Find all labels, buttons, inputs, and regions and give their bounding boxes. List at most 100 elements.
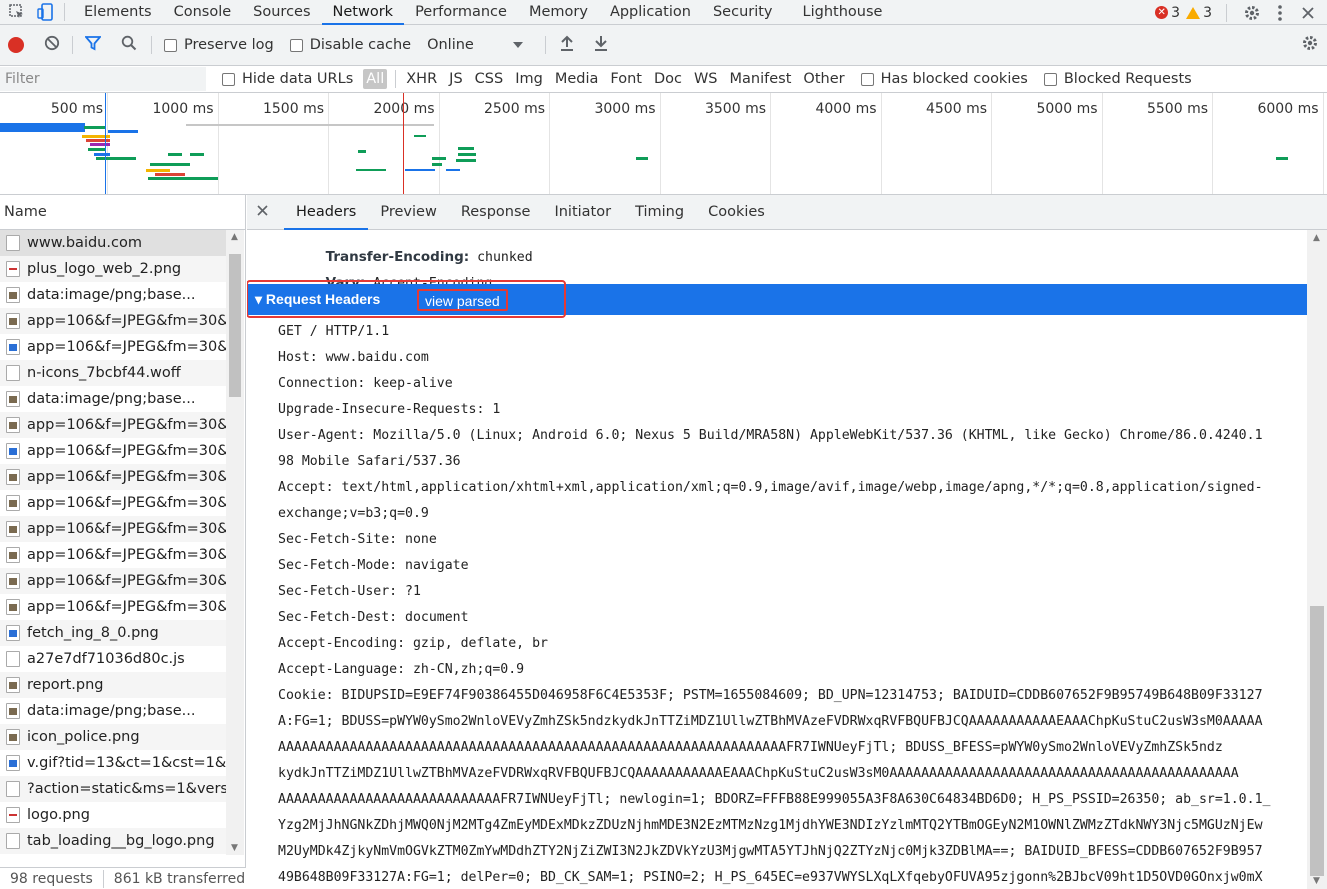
tab-network[interactable]: Network xyxy=(321,0,405,25)
disable-cache-box[interactable] xyxy=(289,38,303,52)
export-har-icon[interactable] xyxy=(594,35,608,55)
detail-tabbar: Headers Preview Response Initiator Timin… xyxy=(247,195,1327,230)
request-name: logo.png xyxy=(27,807,90,823)
request-row[interactable]: app=106&f=JPEG&fm=30&f... xyxy=(0,464,226,490)
tab-performance[interactable]: Performance xyxy=(404,0,518,25)
close-detail-icon[interactable] xyxy=(257,204,268,220)
request-row[interactable]: fetch_ing_8_0.png xyxy=(0,620,226,646)
request-name: app=106&f=JPEG&fm=30&f... xyxy=(27,521,226,537)
request-row[interactable]: n-icons_7bcbf44.woff xyxy=(0,360,226,386)
request-row[interactable]: app=106&f=JPEG&fm=30&f... xyxy=(0,542,226,568)
filter-type-all[interactable]: All xyxy=(363,69,388,89)
request-row[interactable]: a27e7df71036d80c.js xyxy=(0,646,226,672)
filter-funnel-icon[interactable] xyxy=(84,35,102,55)
inspect-element-icon[interactable] xyxy=(6,1,28,23)
detail-scrollbar-thumb[interactable] xyxy=(1310,606,1324,876)
detail-scrollbar[interactable]: ▲ ▼ xyxy=(1307,230,1327,889)
request-row[interactable]: icon_police.png xyxy=(0,724,226,750)
tab-memory[interactable]: Memory xyxy=(518,0,599,25)
timeline-tick-label: 5500 ms xyxy=(1146,101,1208,117)
request-row[interactable]: app=106&f=JPEG&fm=30&f... xyxy=(0,490,226,516)
filter-type-font[interactable]: Font xyxy=(604,71,648,87)
scroll-up-arrow-icon[interactable]: ▲ xyxy=(231,232,238,242)
tab-security[interactable]: Security xyxy=(702,0,784,25)
request-row[interactable]: logo.png xyxy=(0,802,226,828)
request-row[interactable]: data:image/png;base... xyxy=(0,282,226,308)
warning-icon xyxy=(1186,6,1201,19)
request-row[interactable]: app=106&f=JPEG&fm=30&f... xyxy=(0,412,226,438)
hide-data-urls-label: Hide data URLs xyxy=(242,71,354,87)
disable-cache-checkbox[interactable]: Disable cache xyxy=(289,37,411,53)
request-name: app=106&f=JPEG&fm=30&f... xyxy=(27,313,226,329)
document-icon xyxy=(6,833,20,849)
hide-data-urls-box[interactable] xyxy=(222,72,235,86)
request-row[interactable]: app=106&f=JPEG&fm=30&f... xyxy=(0,568,226,594)
detail-tab-response[interactable]: Response xyxy=(449,195,543,230)
detail-tab-cookies[interactable]: Cookies xyxy=(696,195,777,230)
filter-type-other[interactable]: Other xyxy=(797,71,850,87)
request-header-line: kydkJnTTZiMDZ1UllwZTBhMVAzeFVDRWxqRVFBQU… xyxy=(278,766,1239,781)
has-blocked-cookies-checkbox[interactable]: Has blocked cookies xyxy=(860,71,1028,87)
import-har-icon[interactable] xyxy=(560,35,574,55)
scroll-down-arrow-icon[interactable]: ▼ xyxy=(231,843,238,853)
request-row[interactable]: data:image/png;base... xyxy=(0,698,226,724)
filter-type-js[interactable]: JS xyxy=(443,71,468,87)
filter-type-doc[interactable]: Doc xyxy=(648,71,688,87)
detail-tab-preview[interactable]: Preview xyxy=(368,195,448,230)
request-row[interactable]: app=106&f=JPEG&fm=30&f... xyxy=(0,334,226,360)
hide-data-urls-checkbox[interactable]: Hide data URLs xyxy=(222,71,353,87)
detail-scroll-down-icon[interactable]: ▼ xyxy=(1313,876,1320,886)
request-row[interactable]: data:image/png;base... xyxy=(0,386,226,412)
preserve-log-checkbox[interactable]: Preserve log xyxy=(164,37,274,53)
search-icon[interactable] xyxy=(121,35,137,55)
request-header-line: 98 Mobile Safari/537.36 xyxy=(278,454,461,469)
request-header-line: exchange;v=b3;q=0.9 xyxy=(278,506,429,521)
settings-gear-icon[interactable] xyxy=(1241,2,1263,24)
throttling-select[interactable]: Online xyxy=(427,37,524,53)
request-row[interactable]: ?action=static&ms=1&versio... xyxy=(0,776,226,802)
tab-application[interactable]: Application xyxy=(599,0,702,25)
detail-tab-timing[interactable]: Timing xyxy=(623,195,696,230)
timeline-tick-label: 3500 ms xyxy=(704,101,766,117)
name-column-header[interactable]: Name xyxy=(0,195,245,230)
blocked-requests-checkbox[interactable]: Blocked Requests xyxy=(1043,71,1192,87)
network-overview-timeline[interactable]: 500 ms 1000 ms 1500 ms 2000 ms 2500 ms 3000 m… xyxy=(0,93,1327,195)
filter-type-xhr[interactable]: XHR xyxy=(400,71,443,87)
tab-lighthouse[interactable]: Lighthouse xyxy=(792,0,894,25)
network-settings-gear-icon[interactable] xyxy=(1301,34,1319,57)
filter-type-media[interactable]: Media xyxy=(549,71,605,87)
request-row[interactable]: report.png xyxy=(0,672,226,698)
record-button[interactable] xyxy=(8,37,24,53)
request-row[interactable]: app=106&f=JPEG&fm=30&f... xyxy=(0,438,226,464)
warning-count-badge[interactable]: 3 xyxy=(1186,5,1212,21)
request-row[interactable]: app=106&f=JPEG&fm=30&f... xyxy=(0,594,226,620)
error-count-badge[interactable]: ✕ 3 xyxy=(1155,5,1180,21)
filter-type-css[interactable]: CSS xyxy=(469,71,510,87)
has-blocked-cookies-box[interactable] xyxy=(860,72,874,86)
filter-type-manifest[interactable]: Manifest xyxy=(724,71,798,87)
tab-sources[interactable]: Sources xyxy=(242,0,321,25)
filter-type-ws[interactable]: WS xyxy=(688,71,724,87)
request-row[interactable]: app=106&f=JPEG&fm=30&f... xyxy=(0,516,226,542)
request-row[interactable]: app=106&f=JPEG&fm=30&f... xyxy=(0,308,226,334)
request-row[interactable]: tab_loading__bg_logo.png xyxy=(0,828,226,854)
detail-tab-initiator[interactable]: Initiator xyxy=(542,195,623,230)
scrollbar-thumb[interactable] xyxy=(229,254,241,397)
preserve-log-box[interactable] xyxy=(164,38,177,52)
detail-tab-headers[interactable]: Headers xyxy=(284,195,369,230)
filter-type-img[interactable]: Img xyxy=(509,71,549,87)
request-row[interactable]: www.baidu.com xyxy=(0,230,226,256)
filter-separator xyxy=(395,70,397,88)
tab-elements[interactable]: Elements xyxy=(73,0,163,25)
close-devtools-icon[interactable] xyxy=(1297,2,1319,24)
device-toolbar-icon[interactable] xyxy=(34,1,56,23)
blocked-requests-box[interactable] xyxy=(1043,72,1057,86)
filter-input[interactable]: Filter xyxy=(0,67,206,91)
detail-scroll-up-icon[interactable]: ▲ xyxy=(1313,233,1320,243)
clear-icon[interactable] xyxy=(44,35,60,55)
request-row[interactable]: v.gif?tid=13&ct=1&cst=1&lo... xyxy=(0,750,226,776)
more-options-icon[interactable] xyxy=(1269,2,1291,24)
request-list-scrollbar[interactable]: ▲ ▼ xyxy=(226,230,244,855)
request-row[interactable]: plus_logo_web_2.png xyxy=(0,256,226,282)
tab-console[interactable]: Console xyxy=(163,0,243,25)
